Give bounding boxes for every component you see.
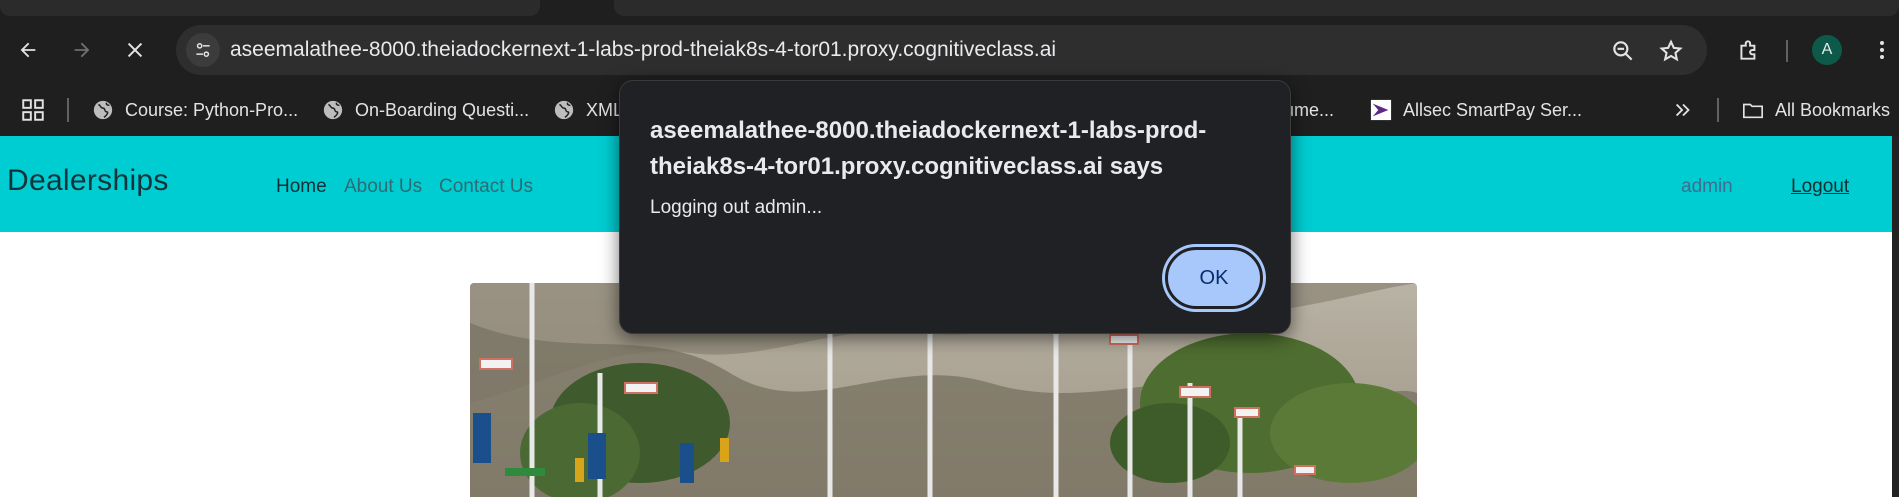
bookmarks-divider bbox=[67, 98, 69, 122]
profile-avatar[interactable]: A bbox=[1812, 35, 1842, 65]
brand-title[interactable]: Dealerships bbox=[7, 164, 169, 198]
tune-icon bbox=[196, 43, 210, 58]
bookmark-item[interactable]: Allsec SmartPay Ser... bbox=[1370, 94, 1582, 126]
current-user: admin bbox=[1681, 176, 1733, 197]
address-bar[interactable]: aseemalathee-8000.theiadockernext-1-labs… bbox=[176, 25, 1707, 75]
apps-button[interactable] bbox=[20, 94, 46, 126]
bookmark-label: On-Boarding Questi... bbox=[355, 99, 530, 120]
nav-link-home[interactable]: Home bbox=[276, 176, 327, 198]
globe-icon bbox=[323, 100, 343, 120]
puzzle-icon bbox=[1740, 40, 1756, 60]
arrow-left-icon bbox=[20, 42, 36, 58]
bookmark-label: Course: Python-Pro... bbox=[125, 99, 299, 120]
page-scrollbar[interactable] bbox=[1892, 136, 1899, 497]
all-bookmarks-button[interactable]: All Bookmarks bbox=[1742, 94, 1890, 126]
bookmark-label: XML bbox=[586, 99, 624, 120]
bookmarks-divider bbox=[1717, 98, 1719, 122]
dialog-message: Logging out admin... bbox=[650, 197, 823, 218]
all-bookmarks-label: All Bookmarks bbox=[1775, 99, 1891, 120]
forward-button[interactable] bbox=[65, 33, 99, 67]
bookmark-item[interactable]: On-Boarding Questi... bbox=[322, 94, 529, 126]
zoom-out-icon[interactable] bbox=[1610, 38, 1636, 64]
browser-toolbar: aseemalathee-8000.theiadockernext-1-labs… bbox=[0, 16, 1899, 84]
arrow-right-icon bbox=[74, 42, 90, 58]
bookmark-label: Allsec SmartPay Ser... bbox=[1403, 99, 1583, 120]
apps-grid-icon bbox=[22, 99, 44, 121]
star-icon[interactable] bbox=[1658, 38, 1684, 64]
stop-button[interactable] bbox=[118, 33, 152, 67]
alert-dialog: aseemalathee-8000.theiadockernext-1-labs… bbox=[619, 80, 1291, 334]
chevron-double-right-icon bbox=[1675, 103, 1690, 117]
extensions-button[interactable] bbox=[1733, 34, 1765, 66]
bookmark-item[interactable]: ume... bbox=[1284, 94, 1334, 126]
browser-tab[interactable] bbox=[0, 0, 540, 16]
browser-tab[interactable] bbox=[614, 0, 1899, 16]
toolbar-divider bbox=[1786, 40, 1788, 62]
allsec-icon bbox=[1370, 99, 1392, 121]
nav-link-about[interactable]: About Us bbox=[344, 176, 422, 198]
nav-link-contact[interactable]: Contact Us bbox=[439, 176, 533, 198]
dialog-title: aseemalathee-8000.theiadockernext-1-labs… bbox=[650, 117, 1207, 180]
bookmark-item[interactable]: XML bbox=[553, 94, 623, 126]
bookmark-label: ume... bbox=[1284, 99, 1335, 120]
logout-link[interactable]: Logout bbox=[1791, 176, 1849, 198]
globe-icon bbox=[554, 100, 574, 120]
globe-icon bbox=[93, 100, 113, 120]
folder-icon bbox=[1743, 103, 1763, 119]
bookmark-item[interactable]: Course: Python-Pro... bbox=[92, 94, 298, 126]
close-icon bbox=[127, 42, 143, 58]
back-button[interactable] bbox=[11, 33, 45, 67]
url-text[interactable]: aseemalathee-8000.theiadockernext-1-labs… bbox=[230, 38, 1056, 62]
more-vert-icon bbox=[1880, 41, 1884, 59]
tab-strip bbox=[0, 0, 1899, 16]
ok-button[interactable]: OK bbox=[1165, 247, 1263, 309]
menu-button[interactable] bbox=[1866, 34, 1898, 66]
more-bookmarks-button[interactable] bbox=[1672, 94, 1694, 126]
site-info-button[interactable] bbox=[186, 33, 220, 67]
